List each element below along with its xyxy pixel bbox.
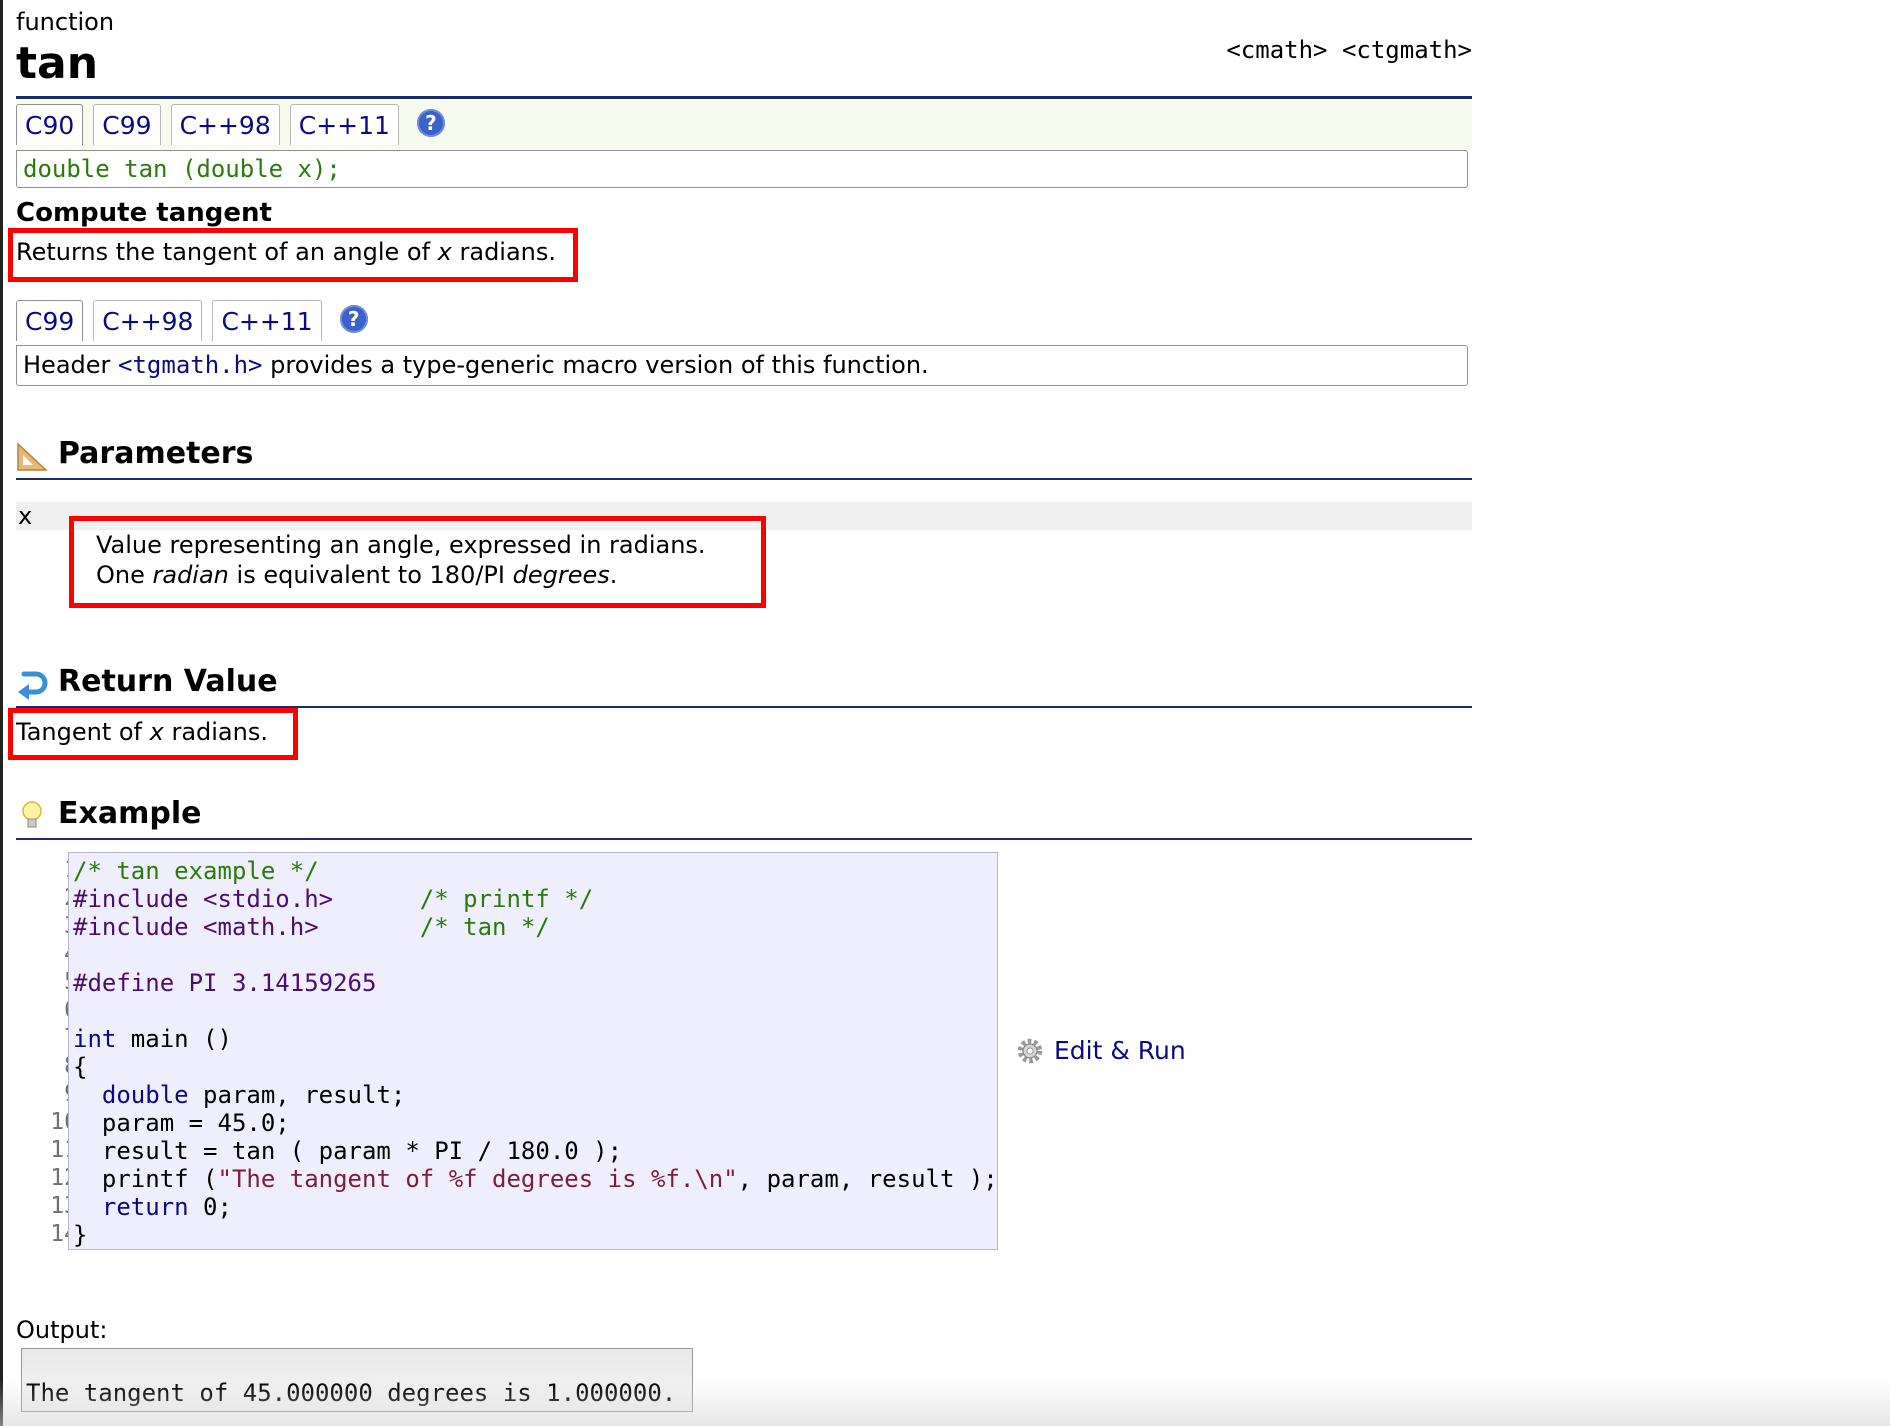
code-token: param, result; xyxy=(188,1081,406,1109)
summary-heading: Compute tangent xyxy=(16,198,272,228)
help-icon[interactable]: ? xyxy=(416,109,445,137)
tab-c99-generic[interactable]: C99 xyxy=(16,300,84,341)
parameters-section-header: Parameters xyxy=(16,434,1472,480)
code-line: } xyxy=(73,1221,998,1249)
code-line: param = 45.0; xyxy=(73,1109,998,1137)
left-border xyxy=(0,0,3,1426)
code-token: param = 45.0; xyxy=(73,1109,290,1137)
code-block[interactable]: /* tan example */#include <stdio.h> /* p… xyxy=(68,852,998,1250)
prototype-tabs: C90 C99 C++98 C++11 ? xyxy=(16,104,445,145)
code-token: double xyxy=(101,1081,189,1109)
example-title: Example xyxy=(58,796,202,831)
prototype-box: double tan (double x); xyxy=(16,150,1468,188)
code-line: return 0; xyxy=(73,1193,998,1221)
code-token: main () xyxy=(116,1025,232,1053)
highlight-box-description xyxy=(8,228,578,282)
output-label: Output: xyxy=(16,1316,108,1344)
code-token: /* printf */ xyxy=(419,885,594,913)
code-token: int xyxy=(73,1025,117,1053)
parameter-name: x xyxy=(18,502,33,530)
code-line: printf ("The tangent of %f degrees is %f… xyxy=(73,1165,998,1193)
page-title: tan xyxy=(16,38,99,89)
code-line: result = tan ( param * PI / 180.0 ); xyxy=(73,1137,998,1165)
code-line: int main () xyxy=(73,1025,998,1053)
generic-tabs: C99 C++98 C++11 ? xyxy=(16,300,368,341)
tab-cpp11[interactable]: C++11 xyxy=(289,104,399,145)
code-line: #include <math.h> /* tan */ xyxy=(73,913,998,941)
code-token: { xyxy=(73,1053,88,1081)
entity-kind: function xyxy=(16,8,115,36)
parameters-title: Parameters xyxy=(58,436,254,471)
highlight-box-return xyxy=(8,708,298,760)
code-token: printf ( xyxy=(73,1165,218,1193)
edit-run-label: Edit & Run xyxy=(1054,1036,1186,1065)
example-section-header: Example xyxy=(16,794,1472,840)
code-token: "The tangent of %f degrees is %f.\n" xyxy=(217,1165,738,1193)
code-token: /* tan */ xyxy=(419,913,550,941)
tab-c99[interactable]: C99 xyxy=(93,104,161,145)
generic-note-box: Header <tgmath.h> provides a type-generi… xyxy=(16,345,1468,386)
code-line: #define PI 3.14159265 xyxy=(73,969,998,997)
tab-cpp98[interactable]: C++98 xyxy=(170,104,280,145)
code-token: result = tan ( param * PI / 180.0 ); xyxy=(73,1137,623,1165)
tab-cpp98-generic[interactable]: C++98 xyxy=(93,300,203,341)
code-line: double param, result; xyxy=(73,1081,998,1109)
code-line: /* tan example */ xyxy=(73,857,998,885)
tgmath-link[interactable]: <tgmath.h> xyxy=(118,351,263,379)
ruler-triangle-icon xyxy=(17,442,48,471)
title-divider xyxy=(16,96,1472,99)
lightbulb-icon xyxy=(22,801,42,828)
code-token: 0; xyxy=(188,1193,232,1221)
code-lines: /* tan example */#include <stdio.h> /* p… xyxy=(73,857,998,1249)
output-text: The tangent of 45.000000 degrees is 1.00… xyxy=(26,1379,677,1407)
output-box: The tangent of 45.000000 degrees is 1.00… xyxy=(21,1348,693,1412)
gear-icon xyxy=(1017,1038,1043,1063)
code-token: , param, result ); xyxy=(737,1165,998,1193)
help-icon[interactable]: ? xyxy=(339,305,368,333)
code-token: #include <math.h> xyxy=(73,913,319,941)
code-token: #include <stdio.h> xyxy=(73,885,334,913)
tab-c90[interactable]: C90 xyxy=(16,104,84,145)
return-title: Return Value xyxy=(58,664,278,699)
code-token: /* tan example */ xyxy=(73,857,319,885)
tab-cpp11-generic[interactable]: C++11 xyxy=(212,300,322,341)
code-token: #define PI 3.14159265 xyxy=(73,969,377,997)
return-arrow-icon xyxy=(18,671,48,700)
highlight-box-parameter xyxy=(69,516,766,608)
code-token: return xyxy=(101,1193,189,1221)
code-token: } xyxy=(73,1221,88,1249)
edit-run-button[interactable]: Edit & Run xyxy=(1016,1036,1186,1065)
header-files: <cmath> <ctgmath> xyxy=(1226,36,1472,64)
code-line: { xyxy=(73,1053,998,1081)
code-line: #include <stdio.h> /* printf */ xyxy=(73,885,998,913)
return-section-header: Return Value xyxy=(16,662,1472,708)
